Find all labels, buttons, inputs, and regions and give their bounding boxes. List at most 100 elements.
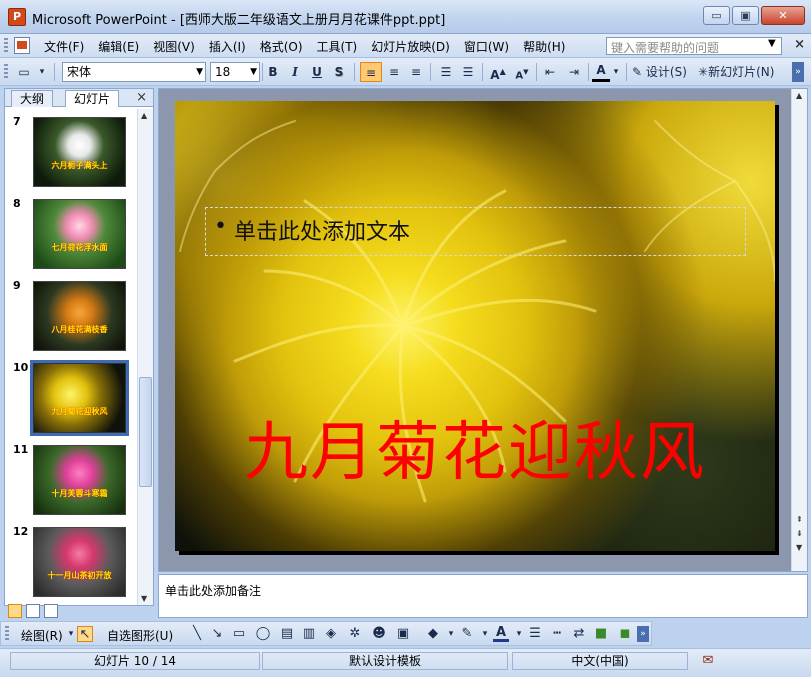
slide-thumbnail-row[interactable]: 8 七月荷花浮水面	[5, 195, 137, 275]
close-document-button[interactable]: ×	[794, 37, 805, 52]
slide-thumbnail[interactable]: 七月荷花浮水面	[33, 199, 126, 269]
drawing-font-color-icon[interactable]: A	[493, 626, 509, 642]
slide-thumbnail[interactable]: 十一月山茶初开放	[33, 527, 126, 597]
slide-sorter-view-icon[interactable]	[26, 604, 40, 618]
clipart-icon[interactable]: ☻	[371, 626, 387, 642]
spelling-check-icon[interactable]: ✉	[694, 652, 722, 670]
slide-title[interactable]: 九月菊花迎秋风	[175, 401, 775, 493]
menu-window[interactable]: 窗口(W)	[464, 38, 509, 55]
toolbar-options-icon[interactable]: »	[637, 626, 649, 642]
shadow-button[interactable]: S	[330, 62, 348, 82]
toolbar-grip[interactable]	[4, 64, 8, 80]
3d-style-icon[interactable]: ◼	[617, 626, 633, 642]
menu-format[interactable]: 格式(O)	[260, 38, 303, 55]
slide-thumbnail-row[interactable]: 9 八月桂花满枝香	[5, 277, 137, 357]
rectangle-tool-icon[interactable]: ▭	[231, 626, 247, 642]
toolbar-grip[interactable]	[4, 38, 8, 54]
font-family-select[interactable]: 宋体 ▼	[62, 62, 206, 82]
scroll-down-icon[interactable]: ▼	[796, 543, 802, 552]
slide-thumbnail[interactable]: 八月桂花满枝香	[33, 281, 126, 351]
chevron-down-icon[interactable]: ▾	[611, 62, 621, 82]
slideshow-view-icon[interactable]	[44, 604, 58, 618]
bold-button[interactable]: B	[264, 62, 282, 82]
wordart-icon[interactable]: ◈	[323, 626, 339, 642]
line-color-icon[interactable]: ✎	[459, 626, 475, 642]
normal-view-icon[interactable]	[8, 604, 22, 618]
scroll-down-icon[interactable]: ▼	[141, 594, 147, 603]
toolbar-grip[interactable]	[5, 626, 9, 642]
shadow-style-icon[interactable]: ■	[593, 626, 609, 642]
chevron-down-icon[interactable]: ▼	[768, 38, 776, 49]
next-slide-icon[interactable]: ⇟	[796, 529, 803, 538]
align-left-icon[interactable]: ≡	[360, 62, 382, 82]
menu-edit[interactable]: 编辑(E)	[98, 38, 139, 55]
font-color-button[interactable]: A	[592, 62, 610, 82]
powerpoint-app-icon[interactable]: P	[8, 8, 26, 26]
minimize-button[interactable]: ▭	[703, 6, 730, 25]
menu-file[interactable]: 文件(F)	[44, 38, 84, 55]
slide-thumbnail[interactable]: 十月芙蓉斗寒霜	[33, 445, 126, 515]
vertical-textbox-icon[interactable]: ▥	[301, 626, 317, 642]
help-search-input[interactable]: 键入需要帮助的问题	[606, 37, 782, 55]
notes-pane[interactable]: 单击此处添加备注	[158, 574, 808, 618]
slide-thumbnail-row[interactable]: 12 十一月山茶初开放	[5, 523, 137, 603]
autoshapes-button[interactable]: 自选图形(U)	[107, 627, 173, 644]
align-right-icon[interactable]: ≡	[406, 62, 426, 82]
menu-help[interactable]: 帮助(H)	[523, 38, 565, 55]
menu-slideshow[interactable]: 幻灯片放映(D)	[371, 38, 450, 55]
diagram-icon[interactable]: ✲	[347, 626, 363, 642]
insert-picture-icon[interactable]: ▣	[395, 626, 411, 642]
scroll-up-icon[interactable]: ▲	[141, 111, 147, 120]
chevron-down-icon[interactable]: ▾	[511, 626, 527, 642]
bulleted-list-icon[interactable]: ☰	[458, 62, 478, 82]
toolbar-options-icon[interactable]: »	[792, 62, 804, 82]
previous-slide-icon[interactable]: ⇞	[796, 515, 803, 524]
text-placeholder[interactable]: • 单击此处添加文本	[205, 207, 746, 256]
slide-thumbnail-row[interactable]: 7 六月栀子满头上	[5, 113, 137, 193]
close-panel-button[interactable]: ×	[136, 90, 147, 105]
slides-panel-scrollbar[interactable]: ▲ ▼	[137, 109, 153, 605]
menu-view[interactable]: 视图(V)	[153, 38, 195, 55]
select-pointer-icon[interactable]: ↖	[77, 626, 93, 642]
increase-indent-icon[interactable]: ⇥	[564, 62, 584, 82]
dash-style-icon[interactable]: ┅	[549, 626, 565, 642]
tab-slides[interactable]: 幻灯片	[65, 90, 120, 107]
chevron-down-icon[interactable]: ▾	[477, 626, 493, 642]
scroll-up-icon[interactable]: ▲	[796, 91, 802, 100]
textbox-tool-icon[interactable]: ▤	[279, 626, 295, 642]
arrow-tool-icon[interactable]: ↘	[209, 626, 225, 642]
menu-tools[interactable]: 工具(T)	[317, 38, 358, 55]
close-window-button[interactable]: ✕	[761, 6, 805, 25]
numbered-list-icon[interactable]: ☰	[436, 62, 456, 82]
slide-thumbnail-row[interactable]: 11 十月芙蓉斗寒霜	[5, 441, 137, 521]
decrease-indent-icon[interactable]: ⇤	[540, 62, 560, 82]
new-document-icon[interactable]: ▭	[14, 62, 34, 82]
slide-thumbnail[interactable]: 九月菊花迎秋风	[33, 363, 126, 433]
italic-button[interactable]: I	[286, 62, 304, 82]
current-slide[interactable]: • 单击此处添加文本 九月菊花迎秋风	[175, 101, 775, 551]
slide-scrollbar[interactable]: ▲ ⇞ ⇟ ▼	[791, 89, 807, 571]
scrollbar-thumb[interactable]	[139, 377, 152, 487]
oval-tool-icon[interactable]: ◯	[255, 626, 271, 642]
increase-font-button[interactable]: A▲	[488, 62, 508, 82]
line-tool-icon[interactable]: ╲	[189, 626, 205, 642]
decrease-font-button[interactable]: A▼	[512, 62, 532, 82]
menu-insert[interactable]: 插入(I)	[209, 38, 246, 55]
slide-thumbnail-row-selected[interactable]: 10 九月菊花迎秋风	[5, 359, 137, 439]
align-center-icon[interactable]: ≡	[384, 62, 404, 82]
underline-button[interactable]: U	[308, 62, 326, 82]
restore-button[interactable]: ▣	[732, 6, 759, 25]
design-button[interactable]: ✎ 设计(S)	[632, 62, 696, 82]
chevron-down-icon[interactable]: ▾	[443, 626, 459, 642]
font-size-select[interactable]: 18 ▼	[210, 62, 260, 82]
arrow-style-icon[interactable]: ⇄	[571, 626, 587, 642]
fill-color-icon[interactable]: ◆	[425, 626, 441, 642]
chevron-down-icon[interactable]: ▾	[36, 62, 48, 82]
slide-thumbnail[interactable]: 六月栀子满头上	[33, 117, 126, 187]
tab-outline[interactable]: 大纲	[11, 90, 54, 107]
new-slide-button[interactable]: ✳新幻灯片(N)	[698, 62, 788, 82]
draw-menu-button[interactable]: 绘图(R)	[21, 627, 63, 644]
design-template-name[interactable]: 默认设计模板	[262, 652, 508, 670]
document-icon[interactable]	[14, 37, 30, 54]
slide-thumbnail-list[interactable]: 7 六月栀子满头上 8 七月荷花浮水面 9 八月桂花满枝香 10 九月菊花迎秋风…	[5, 109, 137, 605]
